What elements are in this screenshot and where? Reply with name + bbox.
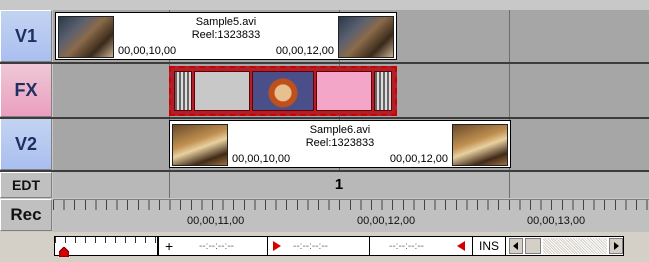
track-label-fx: FX (14, 79, 38, 100)
track-label-v2: V2 (14, 133, 38, 154)
mark-in-icon[interactable] (273, 241, 281, 254)
clip-sample6[interactable]: Sample6.avi Reel:1323833 00,00,10,00 00,… (169, 120, 511, 168)
clip-reel: Reel:1323833 (305, 137, 375, 149)
scrubber-ticks (55, 237, 157, 243)
transport-bar: + --:--:--:-- --:--:--:-- --:--:--:-- IN… (0, 232, 649, 262)
mark-out-icon[interactable] (457, 241, 465, 254)
fx-handle-right[interactable] (374, 71, 392, 111)
track-label-v1: V1 (14, 25, 38, 46)
ruler-label-2: 00,00,12,00 (357, 215, 416, 227)
lane-v1[interactable]: Sample5.avi Reel:1323833 00,00,10,00 00,… (53, 10, 649, 62)
scroll-track[interactable] (543, 238, 607, 254)
lane-v2[interactable]: Sample6.avi Reel:1323833 00,00,10,00 00,… (53, 119, 649, 170)
insert-mode-toggle[interactable]: INS (479, 239, 499, 253)
fx-outgoing-frame (194, 71, 250, 111)
ruler-label-3: 00,00,13,00 (527, 215, 586, 227)
scroll-thumb[interactable] (525, 238, 541, 254)
fx-effect-icon (252, 71, 314, 111)
position-scrubber[interactable] (54, 236, 158, 258)
clip-timecode-in: 00,00,10,00 (118, 45, 177, 57)
track-header-v1[interactable]: V1 (0, 10, 52, 62)
clip-sample5[interactable]: Sample5.avi Reel:1323833 00,00,10,00 00,… (55, 12, 397, 60)
record-ruler[interactable]: 00,00,11,00 00,00,12,00 00,00,13,00 (53, 199, 649, 232)
track-label-edt: EDT (12, 177, 40, 193)
timecode-strip: + --:--:--:-- --:--:--:-- --:--:--:-- IN… (158, 236, 624, 256)
track-label-rec: Rec (10, 205, 42, 224)
timecode-field-b[interactable]: --:--:--:-- (293, 241, 328, 252)
clip-name: Sample6.avi (309, 124, 371, 136)
playhead-icon[interactable] (58, 244, 70, 258)
timecode-field-c[interactable]: --:--:--:-- (389, 241, 424, 252)
timecode-field-a[interactable]: --:--:--:-- (199, 241, 234, 252)
fx-incoming-frame (316, 71, 372, 111)
clip-name: Sample5.avi (195, 16, 257, 28)
timeline-window: V1 FX V2 EDT Rec Sample5.avi Reel:132383… (0, 0, 649, 262)
fx-handle-left[interactable] (174, 71, 192, 111)
ruler-label-1: 00,00,11,00 (187, 215, 245, 227)
clip-timecode-out: 00,00,12,00 (389, 153, 448, 165)
scroll-right-icon[interactable] (609, 238, 623, 254)
track-header-rec[interactable]: Rec (0, 199, 52, 231)
add-button[interactable]: + (165, 237, 173, 255)
edit-number: 1 (334, 176, 344, 193)
ruler-ticks (53, 200, 649, 210)
track-header-v2[interactable]: V2 (0, 118, 52, 170)
scroll-left-icon[interactable] (509, 238, 523, 254)
track-header-edt[interactable]: EDT (0, 172, 52, 198)
clip-reel: Reel:1323833 (191, 29, 261, 41)
lane-fx[interactable] (53, 64, 649, 117)
lane-edt[interactable]: 1 (53, 172, 649, 198)
clip-timecode-in: 00,00,10,00 (232, 153, 291, 165)
fx-transition[interactable] (169, 66, 397, 116)
track-header-fx[interactable]: FX (0, 63, 52, 117)
clip-timecode-out: 00,00,12,00 (275, 45, 334, 57)
